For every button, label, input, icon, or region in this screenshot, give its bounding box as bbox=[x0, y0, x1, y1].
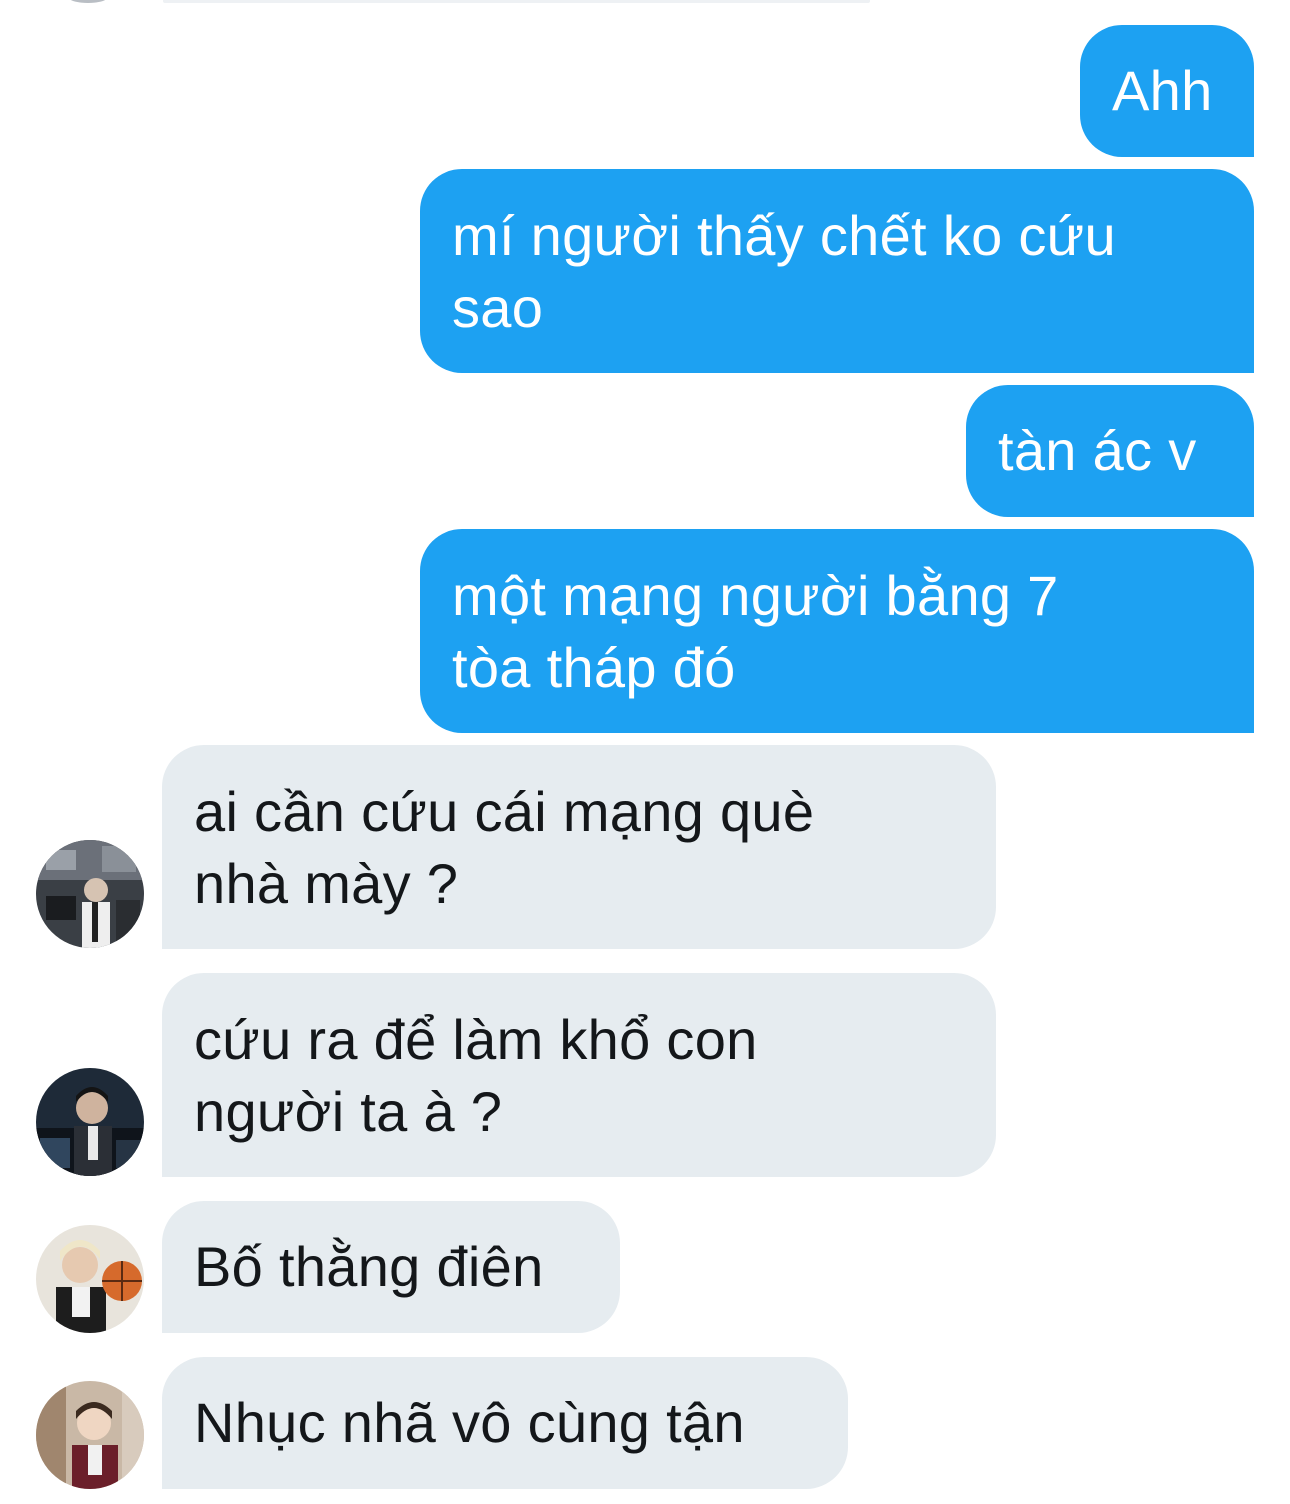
avatar-photo-4 bbox=[36, 1381, 144, 1489]
previous-avatar-edge bbox=[70, 0, 106, 3]
avatar-photo-1 bbox=[36, 840, 144, 948]
message-text-line: người ta à ? bbox=[194, 1080, 503, 1143]
sender-avatar[interactable] bbox=[36, 1225, 144, 1333]
message-text-line: sao bbox=[452, 276, 544, 339]
message-text-line: Nhục nhã vô cùng tận bbox=[194, 1391, 745, 1454]
sender-avatar[interactable] bbox=[36, 1068, 144, 1176]
message-text-line: nhà mày ? bbox=[194, 852, 459, 915]
message-bubble-incoming[interactable]: ai cần cứu cái mạng què nhà mày ? bbox=[162, 745, 996, 949]
sender-avatar[interactable] bbox=[36, 840, 144, 948]
message-bubble-incoming[interactable]: Bố thằng điên bbox=[162, 1201, 620, 1333]
avatar-photo-3 bbox=[36, 1225, 144, 1333]
message-bubble-outgoing[interactable]: một mạng người bằng 7 tòa tháp đó bbox=[420, 529, 1254, 733]
message-bubble-incoming[interactable]: cứu ra để làm khổ con người ta à ? bbox=[162, 973, 996, 1177]
message-text-line: tàn ác v bbox=[998, 419, 1197, 482]
message-bubble-outgoing[interactable]: Ahh bbox=[1080, 25, 1254, 157]
message-text-line: Ahh bbox=[1112, 59, 1213, 122]
message-text-line: tòa tháp đó bbox=[452, 636, 736, 699]
avatar-photo-2 bbox=[36, 1068, 144, 1176]
message-bubble-outgoing[interactable]: tàn ác v bbox=[966, 385, 1254, 517]
sender-avatar[interactable] bbox=[36, 1381, 144, 1489]
message-text-line: cứu ra để làm khổ con bbox=[194, 1008, 758, 1071]
previous-message-bubble-edge bbox=[163, 0, 870, 3]
message-bubble-incoming[interactable]: Nhục nhã vô cùng tận bbox=[162, 1357, 848, 1489]
message-text-line: Bố thằng điên bbox=[194, 1235, 544, 1298]
message-text-line: mí người thấy chết ko cứu bbox=[452, 204, 1116, 267]
message-bubble-outgoing[interactable]: mí người thấy chết ko cứu sao bbox=[420, 169, 1254, 373]
message-text-line: một mạng người bằng 7 bbox=[452, 564, 1059, 627]
message-text-line: ai cần cứu cái mạng què bbox=[194, 780, 815, 843]
